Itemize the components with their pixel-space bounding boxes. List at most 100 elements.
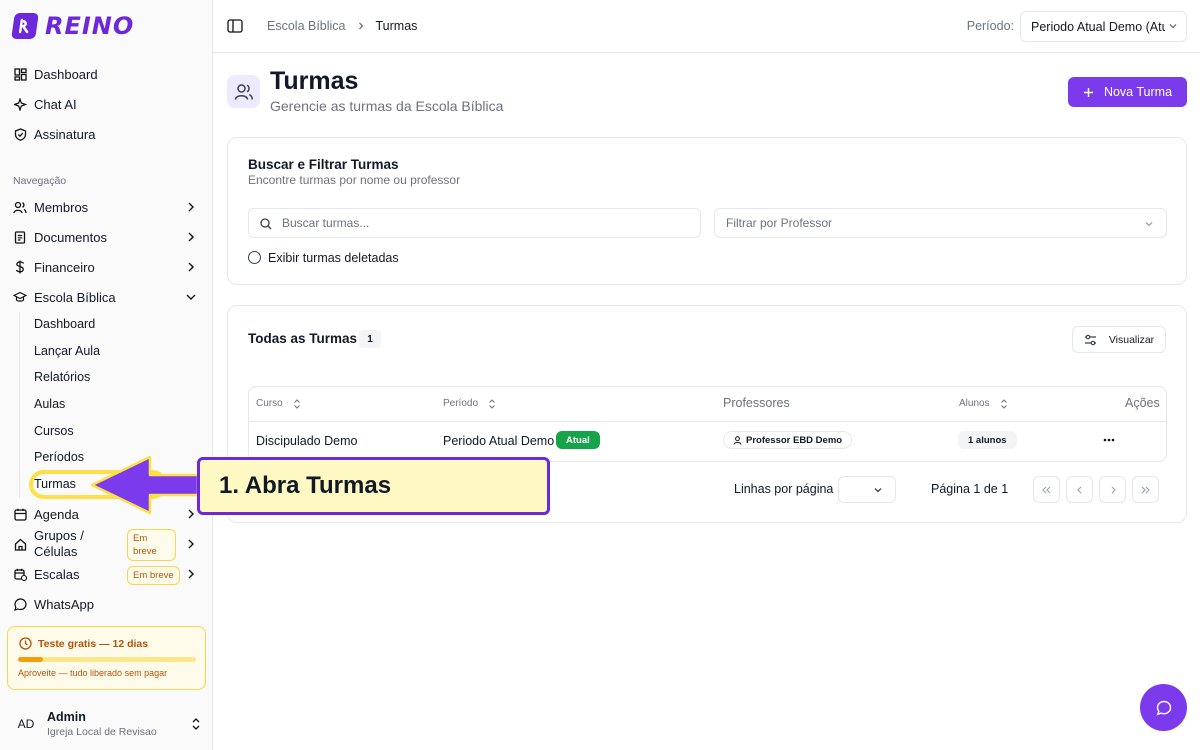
document-icon xyxy=(13,230,27,244)
column-header-actions: Ações xyxy=(1125,396,1160,410)
calendar-icon xyxy=(13,507,27,521)
sidebar-item-whatsapp[interactable]: WhatsApp xyxy=(0,589,212,619)
students-count-badge: 1 alunos xyxy=(958,431,1017,449)
chevron-right-icon xyxy=(188,262,194,272)
trial-banner: Teste gratis — 12 dias Aproveite — tudo … xyxy=(7,626,206,690)
page-subtitle: Gerencie as turmas da Escola Bíblica xyxy=(270,98,504,114)
column-header-course[interactable]: Curso xyxy=(256,398,301,409)
rows-per-page-select[interactable] xyxy=(838,476,896,503)
logo-mark-icon xyxy=(11,13,39,39)
period-select-value: Periodo Atual Demo (Atual) xyxy=(1031,19,1165,34)
view-options-button[interactable]: Visualizar xyxy=(1072,326,1166,353)
filter-card: Buscar e Filtrar Turmas Encontre turmas … xyxy=(227,137,1187,285)
sort-icon xyxy=(1000,398,1007,409)
sidebar-item-documentos[interactable]: Documentos xyxy=(0,222,212,252)
new-class-button[interactable]: Nova Turma xyxy=(1068,77,1187,107)
status-badge: Atual xyxy=(556,431,600,449)
sliders-icon xyxy=(1084,334,1096,345)
sidebar-item-label: Escalas xyxy=(34,566,80,582)
cell-course[interactable]: Discipulado Demo xyxy=(256,434,357,448)
next-page-button[interactable] xyxy=(1099,476,1126,503)
chat-bubble-icon xyxy=(13,597,27,611)
sparkles-icon xyxy=(13,97,27,111)
column-header-period[interactable]: Período xyxy=(443,398,496,409)
sort-icon xyxy=(293,398,300,409)
cell-period: Periodo Atual Demo xyxy=(443,434,555,448)
chevron-right-icon xyxy=(358,22,363,30)
chevrons-up-down-icon xyxy=(192,718,200,730)
filter-card-description: Encontre turmas por nome ou professor xyxy=(248,173,461,187)
teacher-name: Professor EBD Demo xyxy=(746,434,843,446)
trial-title: Teste gratis — 12 dias xyxy=(38,638,149,650)
clock-icon xyxy=(19,637,32,650)
message-circle-icon xyxy=(1156,700,1171,715)
chevron-right-icon xyxy=(1111,486,1116,493)
avatar: AD xyxy=(17,717,35,731)
chevron-down-icon xyxy=(1145,222,1153,227)
chat-support-button[interactable] xyxy=(1140,684,1187,731)
sidebar-item-label: Financeiro xyxy=(34,259,95,275)
sidebar-item-label: Grupos / Células xyxy=(34,528,84,559)
user-menu[interactable]: AD Admin Igreja Local de Revisao xyxy=(12,708,207,740)
more-horizontal-icon xyxy=(1103,438,1115,442)
row-actions-button[interactable] xyxy=(1100,432,1118,448)
rows-per-page-label: Linhas por página xyxy=(734,482,834,496)
chevron-right-icon xyxy=(188,232,194,242)
chevron-right-icon xyxy=(188,569,194,579)
search-icon xyxy=(260,218,272,230)
dollar-icon xyxy=(13,260,27,274)
panel-left-icon xyxy=(227,19,243,33)
breadcrumb: Escola Bíblica Turmas xyxy=(267,19,417,33)
logo[interactable]: REINO xyxy=(11,12,135,40)
column-header-teachers: Professores xyxy=(723,396,790,410)
calendar-clock-icon xyxy=(13,567,27,581)
submenu-item-periodos[interactable]: Períodos xyxy=(34,450,84,464)
previous-page-button[interactable] xyxy=(1066,476,1093,503)
submenu-item-aulas[interactable]: Aulas xyxy=(34,397,65,411)
sidebar-item-label: Assinatura xyxy=(34,126,96,142)
chevron-left-icon xyxy=(1076,486,1081,493)
page-icon xyxy=(227,75,260,108)
users-icon xyxy=(234,83,253,100)
sidebar-item-dashboard[interactable]: Dashboard xyxy=(0,59,212,89)
home-icon xyxy=(13,537,27,551)
column-header-course-label: Curso xyxy=(256,398,283,409)
professor-filter-select[interactable]: Filtrar por Professor xyxy=(714,208,1167,238)
submenu-item-cursos[interactable]: Cursos xyxy=(34,424,74,438)
submenu-item-dashboard[interactable]: Dashboard xyxy=(34,317,95,331)
sidebar-item-grupos-celulas[interactable]: Grupos / Células xyxy=(0,528,212,559)
column-header-students[interactable]: Alunos xyxy=(959,398,1008,409)
logo-text: REINO xyxy=(45,12,135,40)
sidebar-item-escalas[interactable]: Escalas xyxy=(0,559,212,589)
last-page-button[interactable] xyxy=(1132,476,1159,503)
user-org: Igreja Local de Revisao xyxy=(47,726,157,738)
search-placeholder: Buscar turmas... xyxy=(282,216,370,230)
sort-icon xyxy=(489,398,495,409)
show-deleted-label[interactable]: Exibir turmas deletadas xyxy=(268,251,399,265)
teacher-badge: Professor EBD Demo xyxy=(723,431,853,449)
search-input[interactable]: Buscar turmas... xyxy=(248,208,701,238)
coming-soon-badge: Em breve xyxy=(127,566,180,585)
graduation-cap-icon xyxy=(13,290,27,304)
sidebar-item-label: Agenda xyxy=(34,506,79,522)
submenu-rail xyxy=(19,312,20,498)
sidebar-item-escola-biblica[interactable]: Escola Bíblica xyxy=(0,282,212,312)
sidebar-item-chat-ai[interactable]: Chat AI xyxy=(0,89,212,119)
breadcrumb-escola-biblica[interactable]: Escola Bíblica xyxy=(267,19,346,33)
submenu-item-lancar-aula[interactable]: Lançar Aula xyxy=(34,344,100,358)
sidebar-item-membros[interactable]: Membros xyxy=(0,192,212,222)
topbar: Escola Bíblica Turmas Período: Periodo A… xyxy=(213,0,1200,53)
new-class-button-label: Nova Turma xyxy=(1103,85,1173,99)
sidebar-item-label: Documentos xyxy=(34,229,107,245)
pointer-arrow-icon xyxy=(90,455,200,515)
first-page-button[interactable] xyxy=(1033,476,1060,503)
trial-progress-bar xyxy=(18,657,196,662)
period-select[interactable]: Periodo Atual Demo (Atual) xyxy=(1020,11,1187,42)
chevrons-left-icon xyxy=(1042,486,1051,493)
sidebar-item-financeiro[interactable]: Financeiro xyxy=(0,252,212,282)
sidebar-item-assinatura[interactable]: Assinatura xyxy=(0,119,212,149)
show-deleted-radio[interactable] xyxy=(248,251,261,264)
chevron-right-icon xyxy=(188,539,194,549)
sidebar-toggle-button[interactable] xyxy=(227,19,243,33)
submenu-item-relatorios[interactable]: Relatórios xyxy=(34,370,90,384)
